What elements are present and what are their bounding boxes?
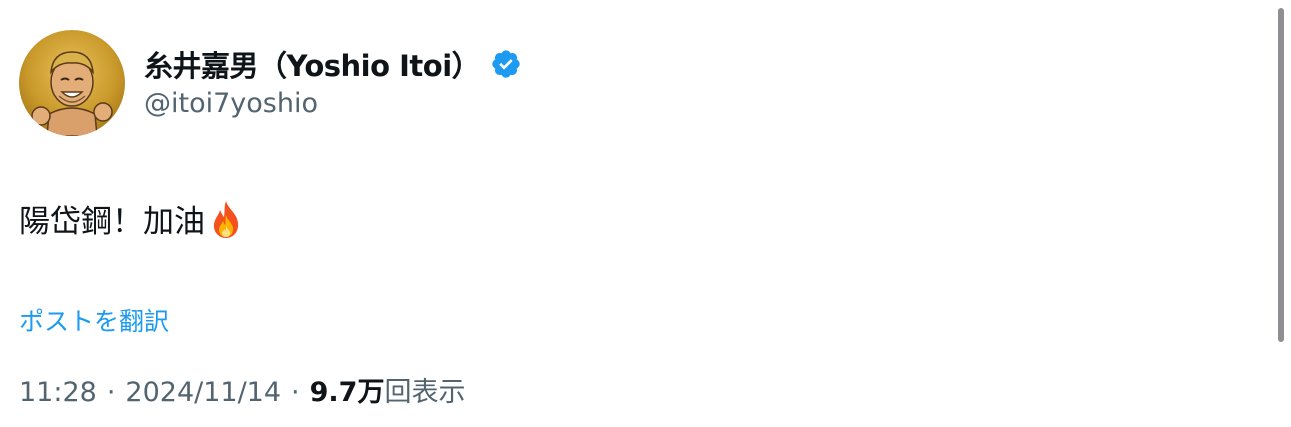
post-time[interactable]: 11:28 (19, 377, 97, 408)
post-detail: 糸井嘉男（Yoshio Itoi） @itoi7yoshio 陽岱鋼！加油 ポス… (0, 0, 1291, 427)
scrollbar[interactable] (1278, 8, 1284, 342)
avatar[interactable] (19, 30, 125, 136)
verified-badge-icon[interactable] (490, 48, 522, 80)
views-count[interactable]: 9.7万 (310, 370, 385, 409)
author-handle[interactable]: @itoi7yoshio (144, 88, 318, 119)
post-text: 陽岱鋼！加油 (19, 196, 243, 241)
post-date[interactable]: 2024/11/14 (125, 377, 281, 408)
author-name-row[interactable]: 糸井嘉男（Yoshio Itoi） (144, 44, 522, 84)
post-text-content: 陽岱鋼！加油 (19, 204, 205, 240)
post-meta: 11:28 · 2024/11/14 · 9.7万 回表示 (19, 370, 465, 409)
fire-emoji-icon (209, 199, 243, 239)
meta-separator: · (291, 377, 300, 408)
views-label[interactable]: 回表示 (384, 370, 465, 409)
cartoon-avatar-icon (19, 30, 125, 136)
author-display-name[interactable]: 糸井嘉男（Yoshio Itoi） (144, 43, 481, 85)
translate-post-link[interactable]: ポストを翻訳 (19, 302, 169, 338)
meta-separator: · (106, 377, 116, 408)
